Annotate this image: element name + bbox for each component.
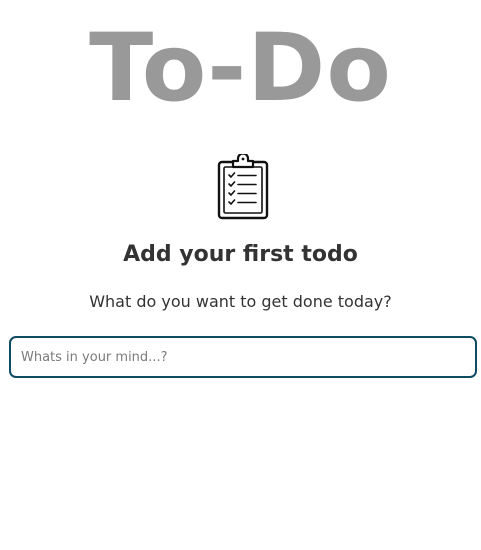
todo-app: To-Do Add your first todo What do you wa…: [0, 0, 481, 550]
clipboard-checklist-icon: [216, 152, 270, 220]
new-todo-input[interactable]: [9, 336, 477, 378]
empty-state-heading: Add your first todo: [123, 242, 358, 267]
empty-state-subtext: What do you want to get done today?: [89, 292, 392, 311]
app-title: To-Do: [89, 14, 392, 123]
